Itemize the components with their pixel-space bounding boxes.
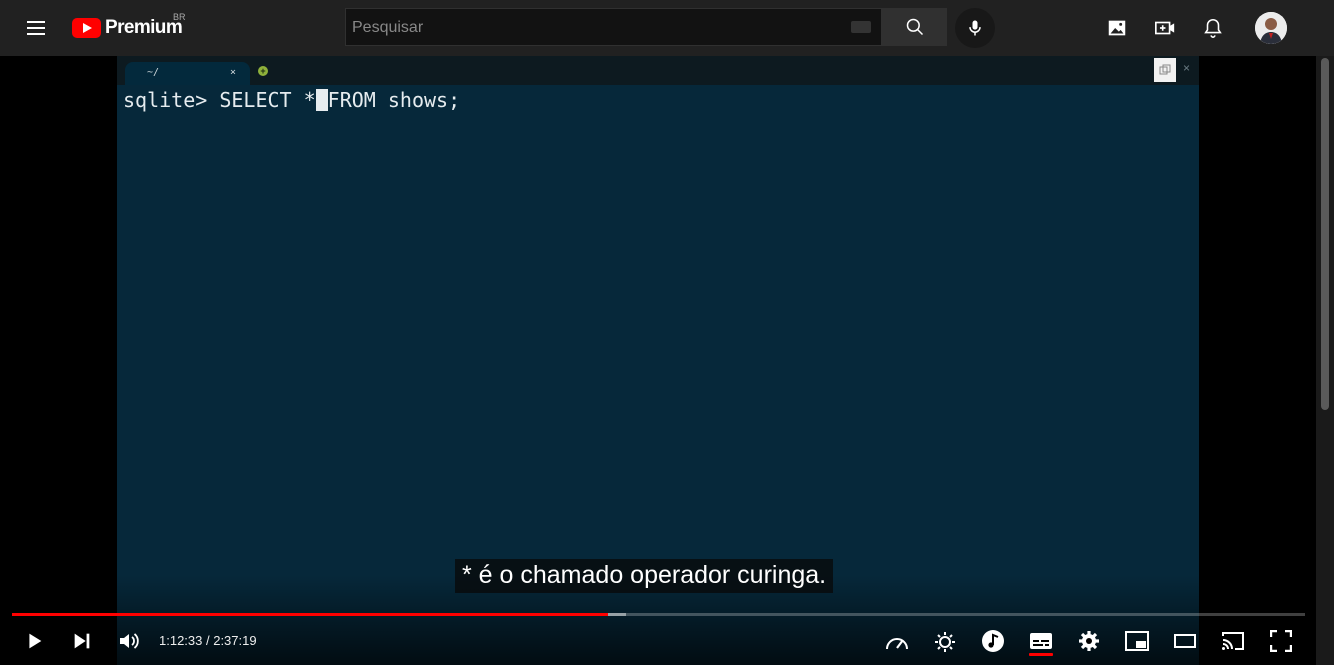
playback-speed-button[interactable] [877, 626, 917, 656]
play-icon [29, 633, 42, 649]
search-box [345, 8, 882, 47]
create-video-icon[interactable] [1153, 16, 1177, 40]
terminal-prompt: sqlite> SELECT * [123, 88, 316, 112]
search-input[interactable] [346, 9, 844, 47]
cast-button[interactable] [1213, 626, 1253, 656]
terminal-close-icon: × [1183, 61, 1191, 75]
video-player[interactable]: ~/ × + × sqlite> SELECT * FROM shows; * é… [0, 56, 1316, 665]
miniplayer-button[interactable] [1117, 626, 1157, 656]
music-note-icon [982, 630, 1004, 652]
terminal-tab: ~/ × [125, 62, 250, 85]
microphone-icon [969, 20, 981, 36]
fullscreen-button[interactable] [1261, 626, 1301, 656]
ambient-mode-button[interactable] [925, 626, 965, 656]
voice-search-button[interactable] [955, 8, 995, 48]
notifications-bell-icon[interactable] [1201, 16, 1225, 40]
next-button[interactable] [62, 626, 102, 656]
subtitles-icon [1030, 633, 1052, 649]
terminal-command-line: sqlite> SELECT * FROM shows; [123, 88, 460, 112]
settings-button[interactable] [1069, 626, 1109, 656]
miniplayer-icon [1125, 631, 1149, 651]
cast-icon [1222, 632, 1244, 650]
progress-played [12, 613, 609, 616]
fullscreen-icon [1270, 630, 1292, 652]
menu-icon[interactable] [24, 17, 48, 39]
search-icon [906, 18, 923, 36]
country-code: BR [173, 12, 186, 22]
keyboard-icon[interactable] [851, 21, 871, 33]
skip-next-icon [74, 633, 90, 649]
progress-bar[interactable] [12, 613, 1305, 616]
terminal-tab-close-icon: × [230, 67, 237, 78]
page-scrollbar[interactable] [1316, 56, 1334, 665]
masthead: Premium BR [0, 0, 1334, 56]
subtitles-button[interactable] [1021, 626, 1061, 656]
youtube-play-icon [72, 18, 101, 38]
search-button[interactable] [882, 8, 947, 46]
mute-button[interactable] [109, 626, 149, 656]
scrollbar-thumb[interactable] [1321, 58, 1329, 410]
speedometer-icon [886, 638, 908, 650]
time-display: 1:12:33 / 2:37:19 [159, 633, 257, 648]
theater-mode-icon [1174, 634, 1196, 648]
subtitles-active-indicator [1029, 653, 1053, 656]
gear-icon [1079, 631, 1099, 651]
terminal-tab-bar: ~/ × + × [117, 56, 1199, 85]
ambient-sun-icon [935, 632, 955, 652]
terminal-tab-label: ~/ [147, 67, 160, 78]
terminal-cursor [315, 89, 328, 111]
terminal-new-tab-icon: + [258, 66, 268, 76]
music-button[interactable] [973, 626, 1013, 656]
image-icon[interactable] [1105, 16, 1129, 40]
volume-icon [120, 633, 139, 649]
caption-text: * é o chamado operador curinga. [455, 559, 834, 593]
theater-mode-button[interactable] [1165, 626, 1205, 656]
play-button[interactable] [14, 626, 54, 656]
terminal-restore-icon [1154, 58, 1176, 82]
avatar[interactable] [1255, 12, 1287, 44]
terminal-command-rest: FROM shows; [327, 88, 461, 112]
logo-text: Premium [105, 17, 183, 38]
youtube-premium-logo[interactable]: Premium BR [72, 12, 186, 40]
